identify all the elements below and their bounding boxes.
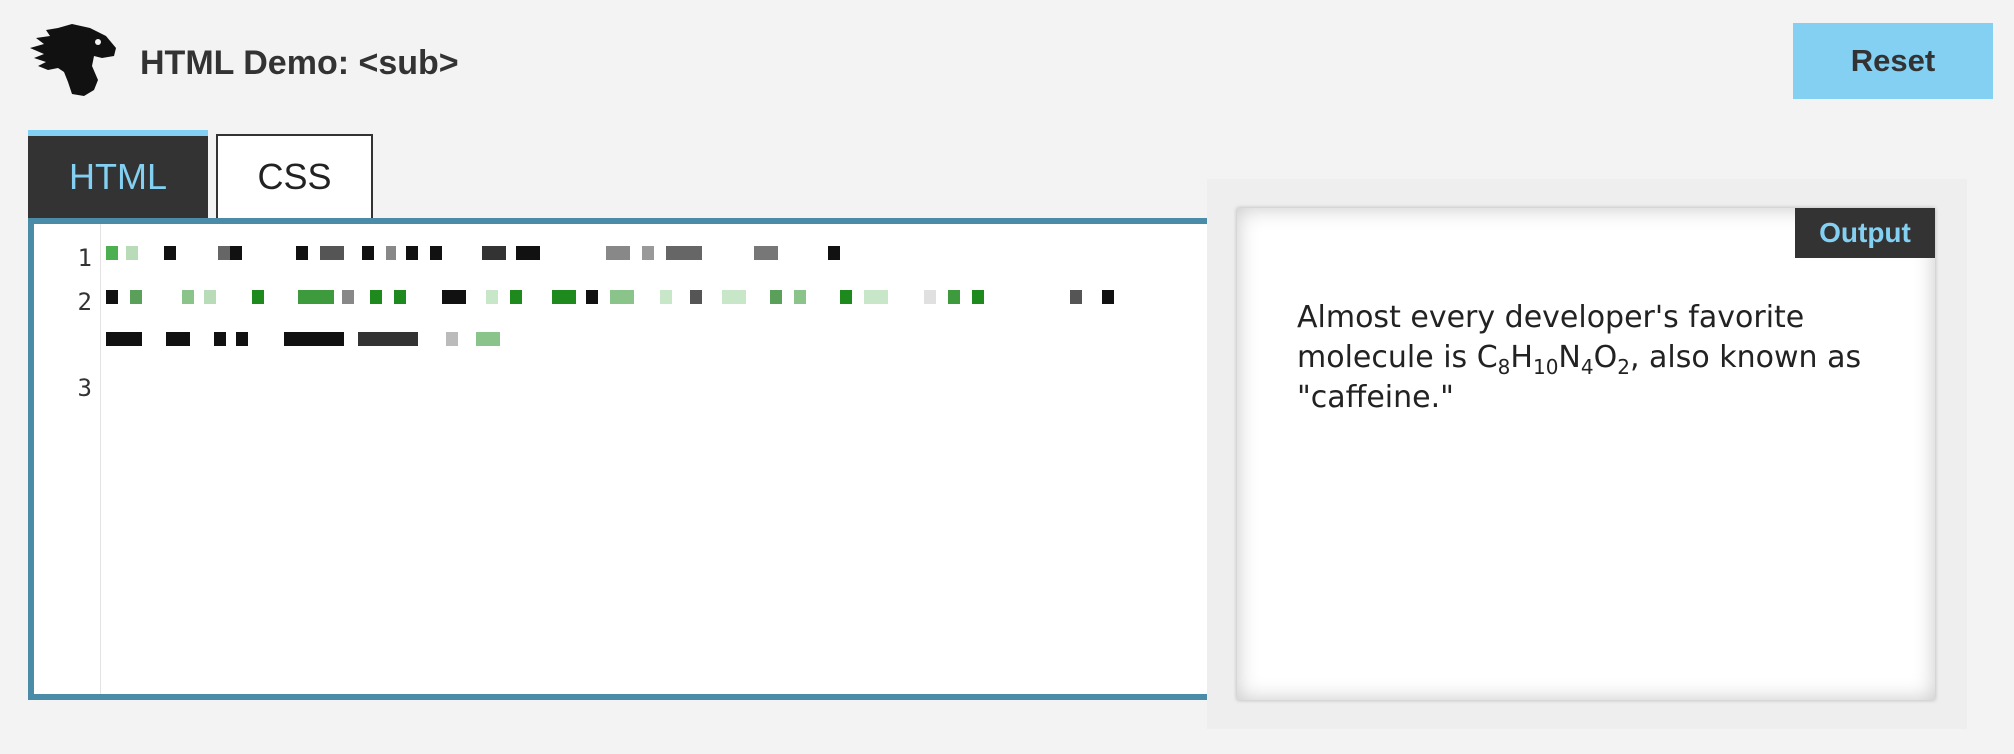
line-number: 3 <box>77 374 92 402</box>
formula-subscript: 8 <box>1497 355 1511 379</box>
formula-subscript: 2 <box>1617 355 1630 379</box>
tab-css[interactable]: CSS <box>216 134 373 218</box>
tab-html[interactable]: HTML <box>28 130 208 218</box>
reset-button[interactable]: Reset <box>1793 23 1993 99</box>
demo-frame: HTML Demo: <sub> Reset HTML CSS 1 2 3 Ou… <box>0 0 2014 754</box>
formula-element: C <box>1476 340 1498 375</box>
formula-subscript: 4 <box>1580 355 1594 379</box>
code-editor[interactable]: 1 2 3 <box>28 218 1328 700</box>
page-title: HTML Demo: <sub> <box>140 44 459 82</box>
dinosaur-icon <box>30 24 116 96</box>
formula-element: H <box>1510 340 1533 375</box>
output-label: Output <box>1795 208 1935 258</box>
formula-subscript: 10 <box>1532 355 1559 379</box>
output-preview <box>1237 208 1935 700</box>
output-text: Almost every developer's favorite molecu… <box>1297 298 1897 418</box>
line-number-gutter: 1 2 3 <box>34 224 101 694</box>
line-number: 1 <box>77 244 92 272</box>
formula-element: O <box>1593 340 1618 375</box>
formula-element: N <box>1558 340 1581 375</box>
line-number: 2 <box>77 288 92 316</box>
